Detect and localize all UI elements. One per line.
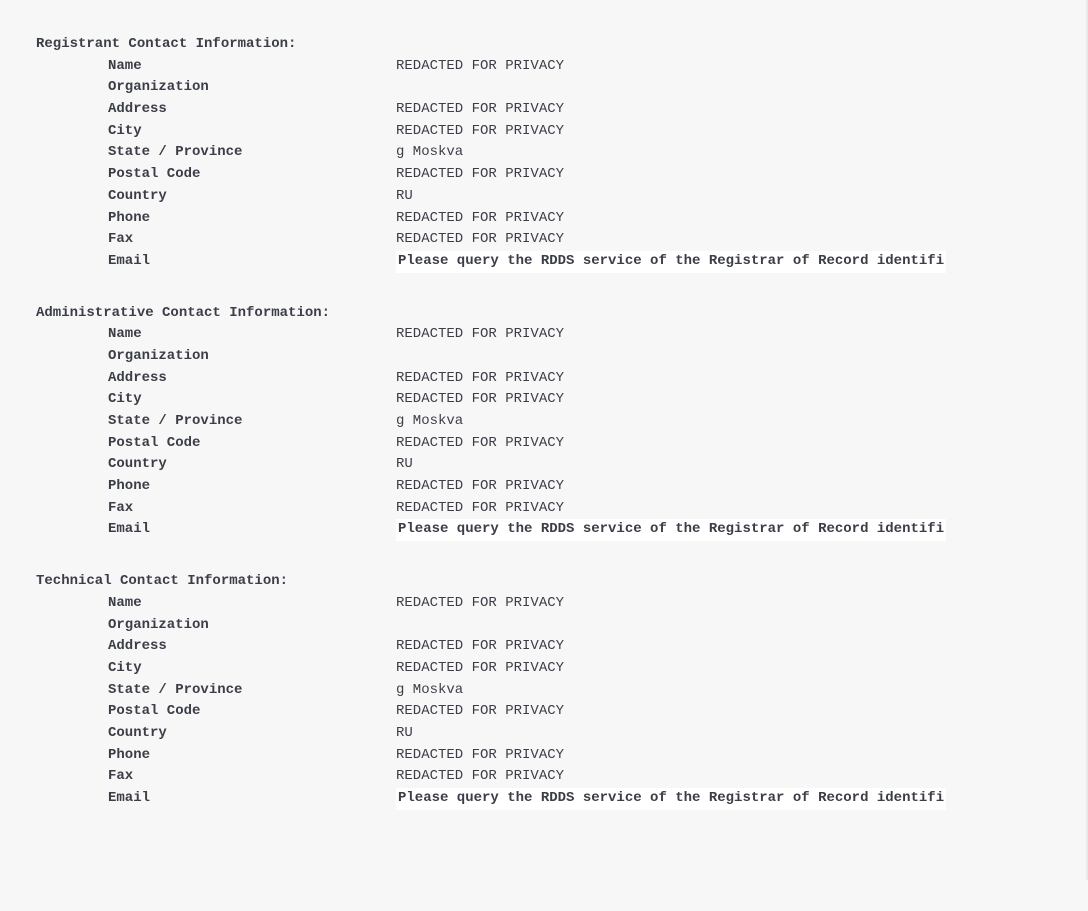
- row-name: NameREDACTED FOR PRIVACY: [36, 324, 1086, 346]
- row-email: EmailPlease query the RDDS service of th…: [36, 519, 1086, 541]
- label: City: [36, 121, 396, 143]
- row-email: EmailPlease query the RDDS service of th…: [36, 788, 1086, 810]
- row-postal: Postal CodeREDACTED FOR PRIVACY: [36, 433, 1086, 455]
- row-fax: FaxREDACTED FOR PRIVACY: [36, 229, 1086, 251]
- row-name: NameREDACTED FOR PRIVACY: [36, 56, 1086, 78]
- section-technical: Technical Contact Information: NameREDAC…: [36, 571, 1086, 810]
- whois-record: Registrant Contact Information: NameREDA…: [0, 0, 1088, 880]
- section-header: Technical Contact Information:: [36, 571, 1086, 593]
- label: Postal Code: [36, 433, 396, 455]
- row-country: CountryRU: [36, 454, 1086, 476]
- label: Phone: [36, 476, 396, 498]
- label: Phone: [36, 208, 396, 230]
- value: REDACTED FOR PRIVACY: [396, 324, 564, 346]
- value: RU: [396, 186, 413, 208]
- label: Postal Code: [36, 164, 396, 186]
- label: City: [36, 389, 396, 411]
- row-postal: Postal CodeREDACTED FOR PRIVACY: [36, 164, 1086, 186]
- row-organization: Organization: [36, 615, 1086, 637]
- label: Fax: [36, 766, 396, 788]
- value: REDACTED FOR PRIVACY: [396, 368, 564, 390]
- value: Please query the RDDS service of the Reg…: [396, 519, 946, 541]
- label: Country: [36, 186, 396, 208]
- label: Phone: [36, 745, 396, 767]
- label: Fax: [36, 229, 396, 251]
- value: REDACTED FOR PRIVACY: [396, 56, 564, 78]
- value: g Moskva: [396, 680, 463, 702]
- label: Name: [36, 593, 396, 615]
- row-state: State / Provinceg Moskva: [36, 680, 1086, 702]
- value: REDACTED FOR PRIVACY: [396, 766, 564, 788]
- row-postal: Postal CodeREDACTED FOR PRIVACY: [36, 701, 1086, 723]
- label: Name: [36, 56, 396, 78]
- label: Country: [36, 454, 396, 476]
- row-name: NameREDACTED FOR PRIVACY: [36, 593, 1086, 615]
- value: REDACTED FOR PRIVACY: [396, 208, 564, 230]
- label: Country: [36, 723, 396, 745]
- value: REDACTED FOR PRIVACY: [396, 433, 564, 455]
- value: REDACTED FOR PRIVACY: [396, 389, 564, 411]
- label: Fax: [36, 498, 396, 520]
- row-email: EmailPlease query the RDDS service of th…: [36, 251, 1086, 273]
- value: g Moskva: [396, 411, 463, 433]
- label: Organization: [36, 77, 396, 99]
- section-administrative: Administrative Contact Information: Name…: [36, 303, 1086, 542]
- section-registrant: Registrant Contact Information: NameREDA…: [36, 34, 1086, 273]
- label: State / Province: [36, 411, 396, 433]
- value: RU: [396, 723, 413, 745]
- row-fax: FaxREDACTED FOR PRIVACY: [36, 766, 1086, 788]
- label: Email: [36, 788, 396, 810]
- label: Organization: [36, 346, 396, 368]
- label: Name: [36, 324, 396, 346]
- label: State / Province: [36, 680, 396, 702]
- label: Address: [36, 99, 396, 121]
- value: REDACTED FOR PRIVACY: [396, 99, 564, 121]
- label: Postal Code: [36, 701, 396, 723]
- row-country: CountryRU: [36, 186, 1086, 208]
- value: REDACTED FOR PRIVACY: [396, 229, 564, 251]
- value: REDACTED FOR PRIVACY: [396, 745, 564, 767]
- section-header: Registrant Contact Information:: [36, 34, 1086, 56]
- row-organization: Organization: [36, 346, 1086, 368]
- value: REDACTED FOR PRIVACY: [396, 476, 564, 498]
- row-address: AddressREDACTED FOR PRIVACY: [36, 636, 1086, 658]
- row-address: AddressREDACTED FOR PRIVACY: [36, 99, 1086, 121]
- value: REDACTED FOR PRIVACY: [396, 164, 564, 186]
- row-phone: PhoneREDACTED FOR PRIVACY: [36, 745, 1086, 767]
- value: REDACTED FOR PRIVACY: [396, 593, 564, 615]
- label: Address: [36, 636, 396, 658]
- label: State / Province: [36, 142, 396, 164]
- value: REDACTED FOR PRIVACY: [396, 498, 564, 520]
- row-city: CityREDACTED FOR PRIVACY: [36, 389, 1086, 411]
- value: REDACTED FOR PRIVACY: [396, 701, 564, 723]
- value: REDACTED FOR PRIVACY: [396, 658, 564, 680]
- value: REDACTED FOR PRIVACY: [396, 636, 564, 658]
- row-city: CityREDACTED FOR PRIVACY: [36, 121, 1086, 143]
- row-state: State / Provinceg Moskva: [36, 142, 1086, 164]
- label: Organization: [36, 615, 396, 637]
- value: REDACTED FOR PRIVACY: [396, 121, 564, 143]
- value: Please query the RDDS service of the Reg…: [396, 788, 946, 810]
- value: g Moskva: [396, 142, 463, 164]
- row-fax: FaxREDACTED FOR PRIVACY: [36, 498, 1086, 520]
- value: RU: [396, 454, 413, 476]
- row-city: CityREDACTED FOR PRIVACY: [36, 658, 1086, 680]
- row-state: State / Provinceg Moskva: [36, 411, 1086, 433]
- label: City: [36, 658, 396, 680]
- row-address: AddressREDACTED FOR PRIVACY: [36, 368, 1086, 390]
- row-country: CountryRU: [36, 723, 1086, 745]
- row-phone: PhoneREDACTED FOR PRIVACY: [36, 476, 1086, 498]
- value: Please query the RDDS service of the Reg…: [396, 251, 946, 273]
- label: Email: [36, 519, 396, 541]
- section-header: Administrative Contact Information:: [36, 303, 1086, 325]
- label: Address: [36, 368, 396, 390]
- row-phone: PhoneREDACTED FOR PRIVACY: [36, 208, 1086, 230]
- label: Email: [36, 251, 396, 273]
- row-organization: Organization: [36, 77, 1086, 99]
